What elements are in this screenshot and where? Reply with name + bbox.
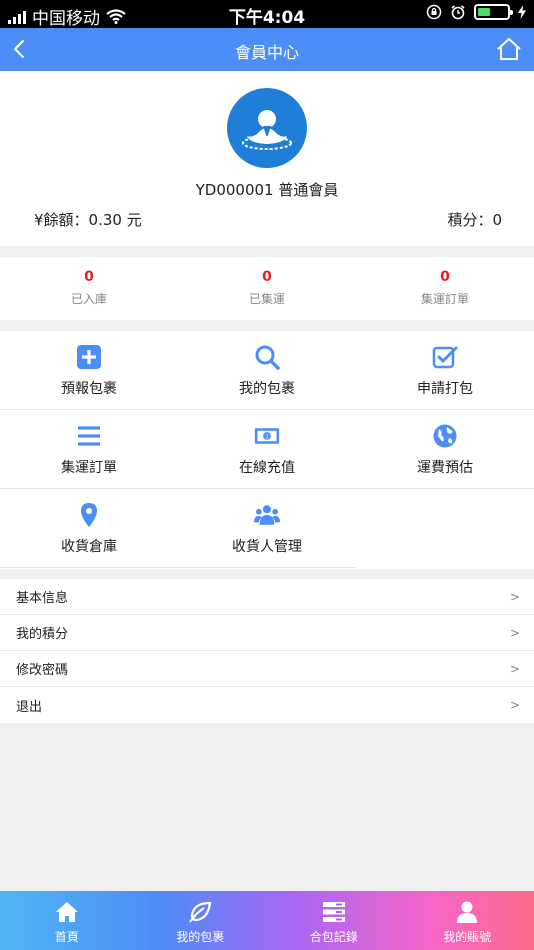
chevron-right-icon: > [509,698,520,712]
home-icon [55,902,78,922]
grid-item-label: 申請打包 [417,381,473,397]
user-avatar-icon [242,110,292,150]
grid-item-shipping-estimate[interactable]: 運費預估 [356,410,534,488]
status-right [426,4,526,20]
tab-my-account[interactable]: 我的賬號 [401,891,534,950]
grid-item-label: 集運訂單 [61,460,117,476]
chevron-right-icon: > [509,625,520,640]
home-icon[interactable] [496,36,522,62]
stat-label: 已入庫 [70,292,107,306]
user-icon [457,901,478,923]
menu-item-change-password[interactable]: 修改密碼 > [0,651,534,687]
menu-item-my-points[interactable]: 我的積分 > [0,615,534,651]
grid-item-label: 在線充值 [239,460,295,476]
stat-value: 0 [84,269,94,285]
stat-value: 0 [262,269,272,285]
tab-label: 我的賬號 [443,930,492,944]
stat-label: 已集運 [248,292,285,306]
grid-item-online-recharge[interactable]: 1 在線充值 [178,410,356,488]
profile-section: YD000001 普通會員 ¥餘額：0.30 元 積分：0 [0,71,534,246]
grid-row: 預報包裹 我的包裹 申請打包 [0,331,534,410]
chevron-right-icon: > [509,661,520,676]
tab-label: 首頁 [54,930,79,944]
chevron-right-icon: > [509,589,520,604]
leaf-icon [189,901,212,923]
alarm-icon [451,5,465,20]
search-icon [255,345,280,370]
map-pin-icon [81,503,97,527]
tab-bar: 首頁 我的包裹 合包記錄 我的賬號 [0,891,534,950]
balance-label: ¥餘額：0.30 元 [34,211,142,229]
grid-item-label: 預報包裹 [61,381,117,397]
users-icon [254,505,280,525]
grid-item-recipient-management[interactable]: 收貨人管理 [178,489,356,568]
avatar[interactable] [227,88,307,168]
grid-item-consolidation-orders[interactable]: 集運訂單 [0,410,178,488]
menu-item-logout[interactable]: 退出 > [0,687,534,723]
tab-merge-records[interactable]: 合包記錄 [267,891,401,950]
page-title: 會員中心 [234,43,299,62]
stack-icon [322,902,345,922]
menu-item-label: 退出 [16,699,43,715]
stat-stored[interactable]: 0 已入庫 [0,257,178,320]
list-icon [78,426,100,446]
tab-label: 合包記錄 [309,930,358,944]
stat-label: 集運訂單 [420,292,469,306]
charging-icon [518,5,526,19]
plus-square-icon [77,345,101,369]
grid-item-receiving-warehouse[interactable]: 收貨倉庫 [0,489,178,568]
stat-orders[interactable]: 0 集運訂單 [356,257,534,320]
tab-home[interactable]: 首頁 [0,891,134,950]
function-grid: 預報包裹 我的包裹 申請打包 集運訂單 1 在線充值 運費預估 收貨倉庫 收貨人… [0,331,534,569]
grid-row: 收貨倉庫 收貨人管理 [0,489,534,568]
orientation-lock-icon [426,4,442,20]
points-label: 積分：0 [447,211,502,229]
menu-item-basic-info[interactable]: 基本信息 > [0,579,534,615]
tab-label: 我的包裹 [176,930,225,944]
checkbox-icon [432,346,458,369]
menu-item-label: 修改密碼 [16,663,69,678]
battery-icon [474,4,513,20]
settings-menu: 基本信息 > 我的積分 > 修改密碼 > 退出 > [0,579,534,723]
menu-item-label: 基本信息 [16,591,69,606]
nav-bar: 會員中心 [0,28,534,71]
grid-item-label: 收貨人管理 [232,539,302,555]
globe-icon [433,424,457,448]
grid-item-label: 運費預估 [417,460,473,476]
username-label: YD000001 普通會員 [195,181,339,199]
grid-item-forecast-parcel[interactable]: 預報包裹 [0,331,178,409]
grid-item-my-parcels[interactable]: 我的包裹 [178,331,356,409]
grid-item-request-pack[interactable]: 申請打包 [356,331,534,409]
grid-row: 集運訂單 1 在線充值 運費預估 [0,410,534,489]
grid-item-label: 收貨倉庫 [61,539,117,555]
status-bar: 中国移动 下午4:04 [0,0,534,29]
stat-consolidated[interactable]: 0 已集運 [178,257,356,320]
menu-item-label: 我的積分 [16,627,69,642]
stats-row: 0 已入庫 0 已集運 0 集運訂單 [0,257,534,320]
stat-value: 0 [440,269,450,285]
grid-item-label: 我的包裹 [239,381,295,397]
tab-my-parcels[interactable]: 我的包裹 [134,891,268,950]
banknote-icon: 1 [254,428,280,444]
